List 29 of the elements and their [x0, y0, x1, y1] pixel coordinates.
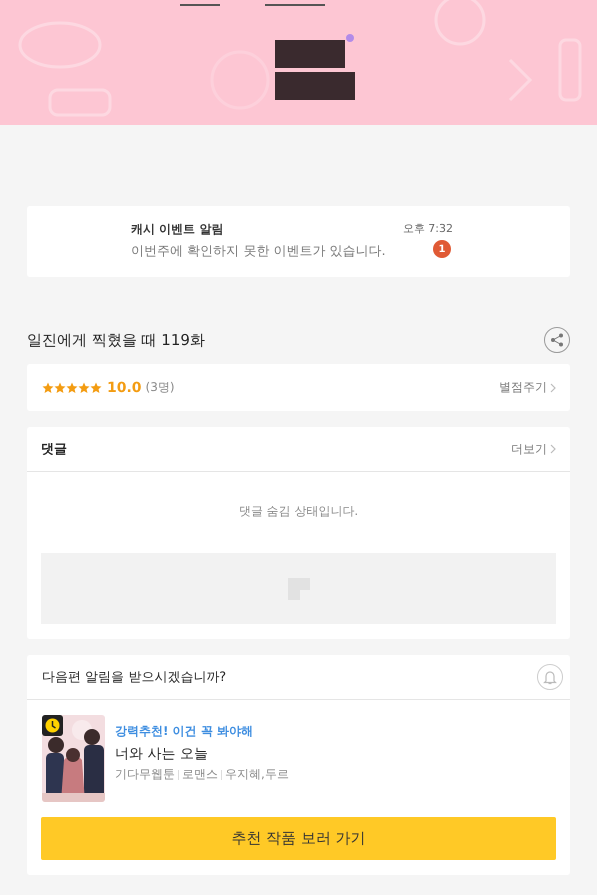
more-link[interactable]: 더보기	[511, 440, 556, 458]
notification-time: 오후 7:32	[402, 221, 453, 236]
rate-link[interactable]: 별점주기	[499, 379, 556, 396]
recommendation-tagline: 강력추천! 이건 꼭 봐야해	[115, 723, 254, 740]
alarm-question: 다음편 알림을 받으시겠습니까?	[42, 669, 228, 686]
notification-title: 캐시 이벤트 알림	[131, 221, 224, 238]
star-icon	[78, 382, 90, 394]
comments-notice: 댓글 숨김 상태입니다.	[238, 503, 360, 520]
recommendation-meta: 우지혜,두르	[225, 766, 289, 783]
recommendation-title: 너와 사는 오늘	[115, 745, 209, 763]
rating-score: 10.0	[107, 380, 142, 396]
share-icon	[550, 333, 564, 347]
recommendation-meta: 로맨스	[182, 766, 218, 783]
recommendation-meta: 기다무웹툰	[115, 766, 175, 783]
recommendation-button[interactable]: 추천 작품 보러 가기	[41, 817, 556, 860]
share-button[interactable]	[544, 327, 570, 353]
comments-title: 댓글	[41, 441, 68, 458]
episode-title: 일진에게 찍혔을 때 119화	[27, 330, 206, 350]
chevron-icon	[550, 444, 556, 454]
star-icon	[42, 382, 54, 394]
notification-badge: 1	[433, 240, 451, 258]
star-icon	[54, 382, 66, 394]
clock-icon	[42, 715, 63, 736]
bell-icon	[543, 670, 557, 684]
rating-count: (3명)	[146, 379, 175, 396]
chevron-icon	[550, 382, 556, 392]
star-icon	[66, 382, 78, 394]
star-icon	[90, 382, 102, 394]
notification-message: 이번주에 확인하지 못한 이벤트가 있습니다.	[131, 243, 386, 260]
